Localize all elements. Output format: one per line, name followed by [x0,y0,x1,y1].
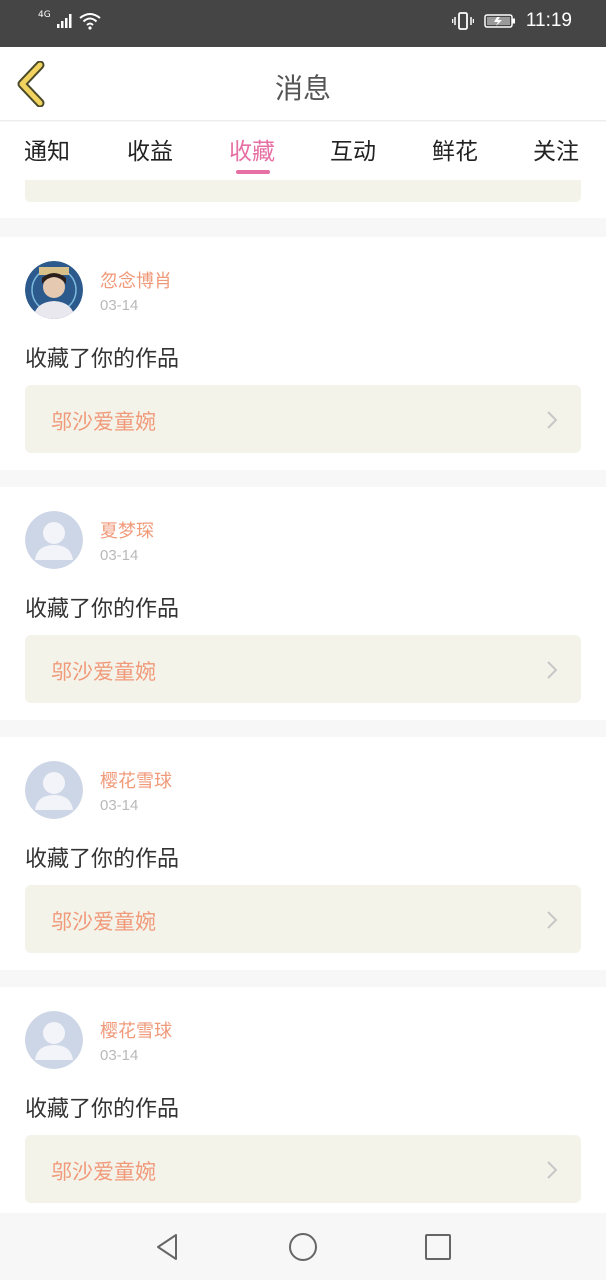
system-nav-bar [0,1213,606,1280]
active-tab-indicator [236,170,270,174]
chevron-right-icon [547,661,558,679]
avatar[interactable] [25,261,83,319]
list-item: 夏梦琛 03-14 收藏了你的作品 邬沙爱童婉 [0,487,606,720]
status-bar: 4G 11:19 [0,0,606,47]
action-text: 收藏了你的作品 [25,347,180,372]
tab-interactions[interactable]: 互动 [330,132,376,166]
network-type: 4G [38,9,51,20]
timestamp: 03-14 [100,547,139,564]
tab-flowers[interactable]: 鲜花 [432,132,478,166]
avatar[interactable] [25,1011,83,1069]
app-header: 消息 [0,47,606,121]
home-circle-icon[interactable] [287,1231,319,1263]
chevron-right-icon [547,1161,558,1179]
default-avatar-icon [25,1011,83,1069]
username[interactable]: 忽念博肖 [100,267,172,293]
work-link[interactable]: 邬沙爱童婉 [25,885,581,953]
chevron-right-icon [547,411,558,429]
work-title: 邬沙爱童婉 [51,910,156,934]
user-photo-icon [25,261,83,319]
battery-icon [484,14,515,28]
tab-following[interactable]: 关注 [533,132,579,166]
work-link[interactable]: 邬沙爱童婉 [25,635,581,703]
timestamp: 03-14 [100,797,139,814]
page-title: 消息 [274,72,331,105]
message-list[interactable]: 忽念博肖 03-14 收藏了你的作品 邬沙爱童婉 夏梦琛 03-14 收藏了你的… [0,180,606,1213]
work-link-partial[interactable] [25,180,581,202]
work-link[interactable]: 邬沙爱童婉 [25,1135,581,1203]
action-text: 收藏了你的作品 [25,1097,180,1122]
back-triangle-icon[interactable] [152,1231,184,1263]
tab-bar: 通知 收益 收藏 互动 鲜花 关注 [0,122,606,180]
tab-earnings[interactable]: 收益 [127,132,173,166]
action-text: 收藏了你的作品 [25,847,180,872]
timestamp: 03-14 [100,1047,139,1064]
signal-icon [56,14,72,28]
avatar[interactable] [25,511,83,569]
username[interactable]: 樱花雪球 [100,1017,172,1043]
work-title: 邬沙爱童婉 [51,1160,156,1184]
default-avatar-icon [25,761,83,819]
work-title: 邬沙爱童婉 [51,410,156,434]
clock: 11:19 [525,10,572,31]
tab-favorites[interactable]: 收藏 [229,132,275,166]
default-avatar-icon [25,511,83,569]
list-item: 樱花雪球 03-14 收藏了你的作品 邬沙爱童婉 [0,987,606,1213]
work-title: 邬沙爱童婉 [51,660,156,684]
username[interactable]: 樱花雪球 [100,767,172,793]
vibrate-icon [451,12,474,30]
chevron-right-icon [547,911,558,929]
avatar[interactable] [25,761,83,819]
work-link[interactable]: 邬沙爱童婉 [25,385,581,453]
recents-square-icon[interactable] [422,1231,454,1263]
list-item: 忽念博肖 03-14 收藏了你的作品 邬沙爱童婉 [0,237,606,470]
username[interactable]: 夏梦琛 [100,517,154,543]
action-text: 收藏了你的作品 [25,597,180,622]
wifi-icon [79,13,101,30]
list-item: 樱花雪球 03-14 收藏了你的作品 邬沙爱童婉 [0,737,606,970]
timestamp: 03-14 [100,297,139,314]
list-item-partial [0,180,606,218]
tab-notifications[interactable]: 通知 [24,132,70,166]
